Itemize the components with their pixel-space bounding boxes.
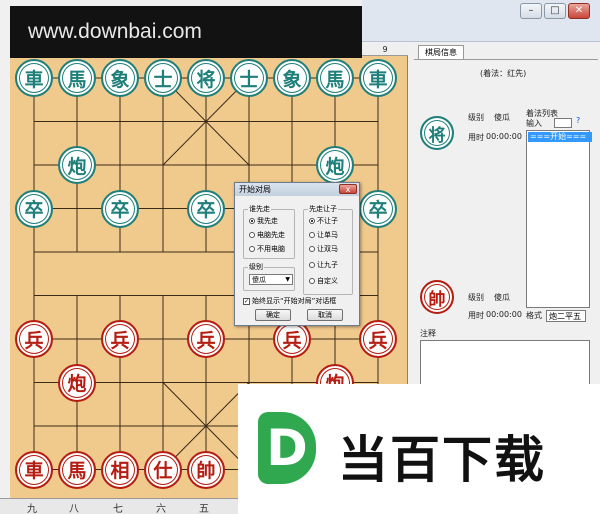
coord-label: 五 (199, 504, 209, 514)
app-window: – □ ✕ 車馬象士将士象馬車炮炮卒卒卒卒卒兵兵兵兵兵炮炮車馬相仕帥 9 九 八… (0, 0, 600, 514)
radio-icon[interactable] (309, 262, 315, 268)
black-piece[interactable]: 炮 (316, 146, 354, 184)
red-piece[interactable]: 兵 (101, 320, 139, 358)
time-value: 00:00:00 (486, 132, 522, 141)
option-label: 让单马 (317, 231, 338, 239)
radio-icon[interactable] (309, 278, 315, 284)
moves-list[interactable]: ===开始=== (526, 130, 592, 308)
black-piece[interactable]: 卒 (15, 189, 53, 228)
black-piece[interactable]: 馬 (316, 59, 354, 97)
time-value: 00:00:00 (486, 310, 522, 319)
red-piece[interactable]: 兵 (187, 320, 225, 358)
radio-double-horse[interactable]: 让双马 (309, 244, 338, 254)
cancel-button[interactable]: 取消 (307, 309, 343, 321)
radio-computer-first[interactable]: 电脑先走 (249, 230, 285, 240)
radio-icon[interactable] (249, 246, 255, 252)
help-icon[interactable]: ? (576, 116, 580, 125)
red-piece[interactable]: 兵 (15, 320, 53, 358)
level-value: 傻瓜 (494, 293, 510, 302)
level-select-value: 傻瓜 (252, 276, 266, 284)
black-piece[interactable]: 車 (359, 59, 397, 97)
ok-button[interactable]: 确定 (255, 309, 291, 321)
format-select[interactable]: 炮二平五 (546, 310, 586, 322)
radio-nine-pieces[interactable]: 让九子 (309, 260, 338, 270)
maximize-icon[interactable]: □ (544, 3, 566, 19)
radio-icon[interactable] (309, 246, 315, 252)
black-piece[interactable]: 卒 (101, 189, 139, 228)
tab-game-info[interactable]: 棋局信息 (418, 45, 464, 59)
radio-no-handicap[interactable]: 不让子 (309, 216, 338, 226)
brand-overlay: D 当百下载 (238, 384, 600, 514)
red-piece[interactable]: 馬 (58, 450, 96, 489)
window-title-bar: – □ ✕ (362, 0, 600, 42)
first-move-text: (着法：红先) (480, 69, 527, 78)
coord-label: 九 (27, 504, 37, 514)
coord-label: 六 (156, 504, 166, 514)
red-piece[interactable]: 兵 (359, 320, 397, 358)
black-piece[interactable]: 士 (230, 59, 268, 97)
checkbox-label: 始终显示“开始对局”对话框 (252, 297, 337, 305)
start-game-dialog: 开始对局 x 谁先走 我先走 电脑先走 不用电脑 先走让子 不让子 让单马 让双… (234, 182, 360, 326)
option-label: 不让子 (317, 217, 338, 225)
moves-list-item[interactable]: ===开始=== (528, 132, 592, 142)
red-player-piece: 帥 (420, 280, 454, 314)
always-show-checkbox[interactable]: ✓ 始终显示“开始对局”对话框 (243, 296, 336, 306)
black-piece[interactable]: 士 (144, 59, 182, 97)
coord-label: 八 (69, 504, 79, 514)
brand-logo-text: 当百下载 (338, 431, 546, 489)
red-piece[interactable]: 炮 (58, 363, 96, 402)
level-label: 级别 (468, 293, 484, 302)
radio-no-computer[interactable]: 不用电脑 (249, 244, 285, 254)
group-label: 谁先走 (248, 204, 271, 214)
radio-custom[interactable]: 自定义 (309, 276, 338, 286)
check-icon[interactable]: ✓ (243, 297, 250, 305)
time-label: 用时 (468, 311, 484, 320)
minimize-icon[interactable]: – (520, 3, 542, 19)
watermark-text: www.downbai.com (28, 20, 202, 43)
black-piece[interactable]: 象 (101, 59, 139, 97)
input-label: 输入 (526, 119, 542, 128)
notes-label: 注释 (420, 329, 436, 338)
option-label: 让双马 (317, 245, 338, 253)
black-piece[interactable]: 卒 (359, 189, 397, 228)
group-label: 级别 (248, 262, 264, 272)
option-label: 不用电脑 (257, 245, 285, 253)
option-label: 电脑先走 (257, 231, 285, 239)
black-player-piece: 将 (420, 116, 454, 150)
level-value: 傻瓜 (494, 113, 510, 122)
option-label: 让九子 (317, 261, 338, 269)
black-piece[interactable]: 象 (273, 59, 311, 97)
black-piece[interactable]: 車 (15, 59, 53, 97)
close-icon[interactable]: ✕ (568, 3, 590, 19)
option-label: 自定义 (317, 277, 338, 285)
red-piece[interactable]: 車 (15, 450, 53, 489)
option-label: 我先走 (257, 217, 278, 225)
radio-icon[interactable] (309, 218, 315, 224)
radio-icon[interactable] (309, 232, 315, 238)
chevron-down-icon[interactable]: ▼ (285, 275, 290, 285)
group-label: 先走让子 (308, 204, 338, 214)
dialog-close-button[interactable]: x (339, 184, 357, 194)
black-piece[interactable]: 炮 (58, 146, 96, 184)
radio-icon[interactable] (249, 232, 255, 238)
black-piece[interactable]: 卒 (187, 189, 225, 228)
column-header: 9 (362, 44, 408, 56)
level-label: 级别 (468, 113, 484, 122)
radio-me-first[interactable]: 我先走 (249, 216, 278, 226)
red-piece[interactable]: 相 (101, 450, 139, 489)
black-piece[interactable]: 将 (187, 59, 225, 97)
tab-divider (414, 59, 598, 60)
radio-icon[interactable] (249, 218, 255, 224)
format-label: 格式 (526, 311, 542, 320)
move-input[interactable] (554, 118, 572, 128)
time-label: 用时 (468, 133, 484, 142)
red-piece[interactable]: 帥 (187, 450, 225, 489)
watermark-banner: www.downbai.com (10, 6, 362, 58)
red-piece[interactable]: 仕 (144, 450, 182, 489)
level-select[interactable]: 傻瓜 ▼ (249, 274, 293, 285)
brand-logo-mark: D (258, 412, 316, 484)
radio-single-horse[interactable]: 让单马 (309, 230, 338, 240)
black-piece[interactable]: 馬 (58, 59, 96, 97)
coord-label: 七 (113, 504, 123, 514)
